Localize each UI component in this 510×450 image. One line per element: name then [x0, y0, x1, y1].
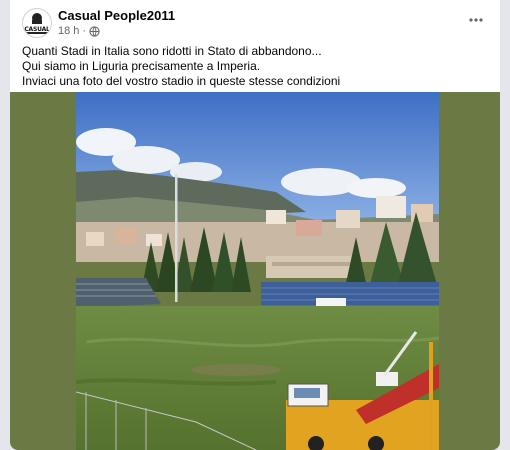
post-text: Quanti Stadi in Italia sono ridotti in S…: [22, 44, 492, 89]
post-header: CASUAL Casual People2011 18 h ·: [22, 8, 488, 40]
stadium-photo: [76, 92, 439, 450]
post-card: CASUAL Casual People2011 18 h · Quanti S…: [10, 0, 500, 450]
post-meta: 18 h ·: [58, 25, 100, 37]
post-line: Inviaci una foto del vostro stadio in qu…: [22, 74, 341, 88]
meta-separator: ·: [82, 25, 87, 37]
post-line: Qui siamo in Liguria precisamente a Impe…: [22, 59, 261, 73]
more-options-icon[interactable]: [466, 12, 486, 32]
post-line: Quanti Stadi in Italia sono ridotti in S…: [22, 44, 322, 58]
page-name[interactable]: Casual People2011: [58, 8, 175, 23]
avatar-label: CASUAL: [24, 26, 50, 33]
post-time[interactable]: 18 h: [58, 25, 79, 37]
avatar[interactable]: CASUAL: [22, 8, 52, 38]
globe-icon: [89, 25, 100, 37]
post-photo[interactable]: [10, 92, 500, 450]
